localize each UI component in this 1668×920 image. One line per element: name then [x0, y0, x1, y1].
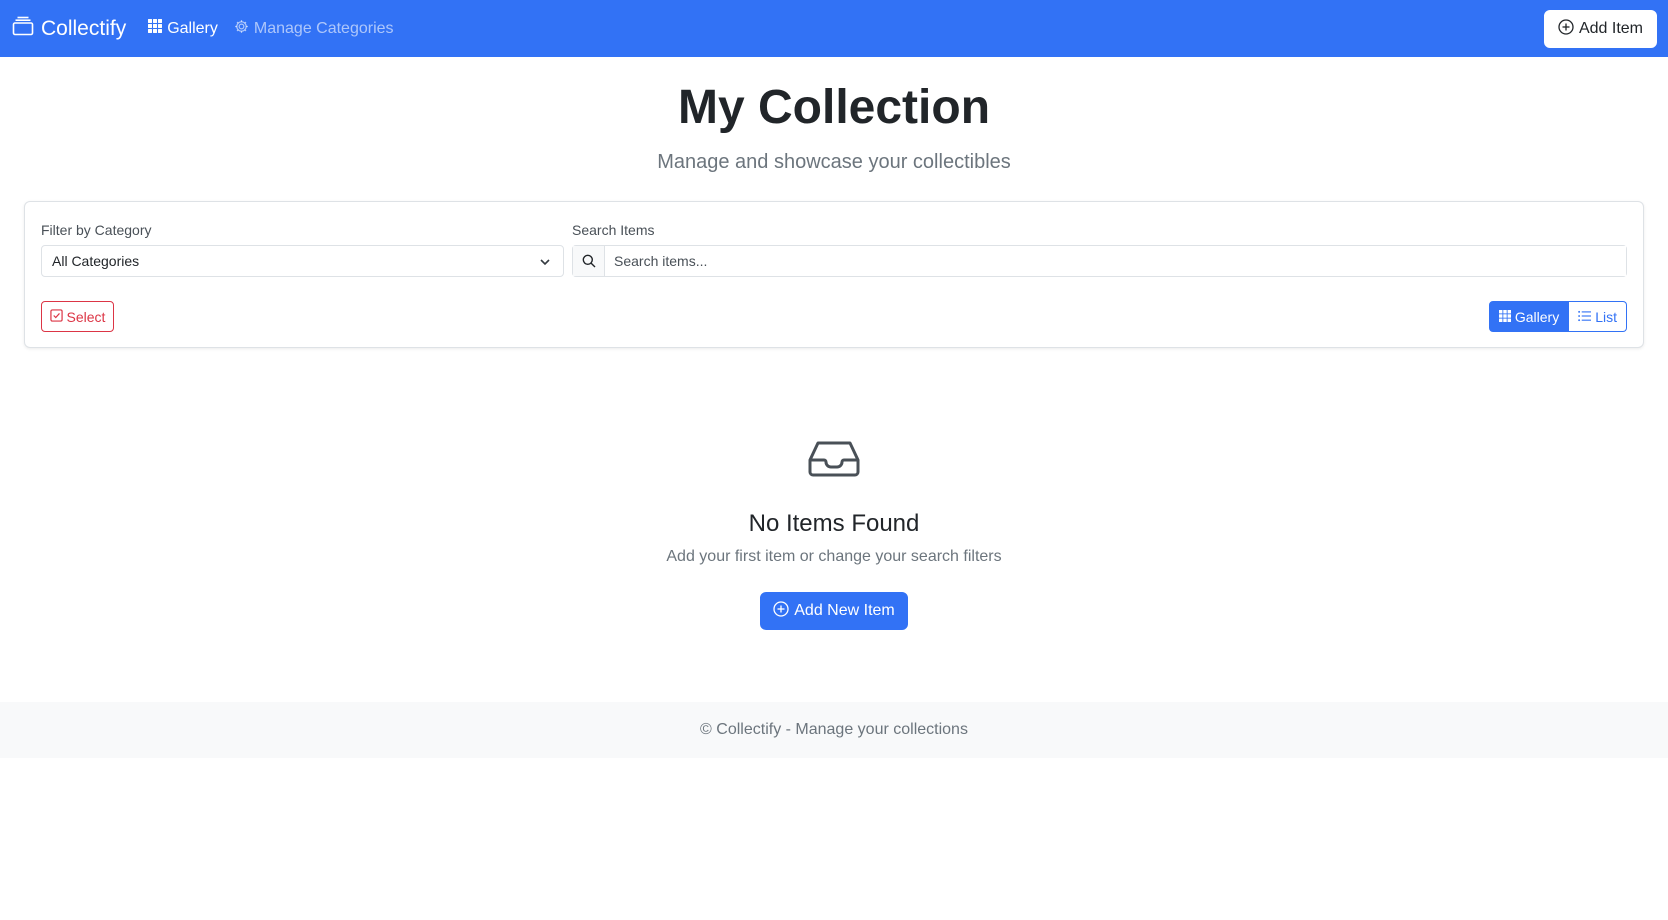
brand-link[interactable]: Collectify [12, 16, 126, 42]
search-icon [573, 246, 605, 276]
nav-gallery-label: Gallery [167, 19, 218, 37]
navbar: Collectify Gallery Manage Categories Add… [0, 0, 1668, 57]
page-subtitle: Manage and showcase your collectibles [657, 151, 1011, 173]
nav-gallery[interactable]: Gallery [148, 19, 218, 38]
footer: © Collectify - Manage your collections [0, 702, 1668, 758]
plus-circle-icon [773, 600, 794, 622]
add-item-label: Add Item [1578, 20, 1643, 37]
search-group [572, 245, 1627, 277]
empty-state-title: No Items Found [748, 510, 920, 537]
category-select[interactable]: All Categories [41, 245, 564, 277]
gallery-view-label: Gallery [1514, 308, 1560, 325]
collection-icon [12, 16, 41, 42]
grid-icon [1498, 309, 1515, 325]
search-input[interactable] [605, 246, 1626, 276]
page-title: My Collection [677, 81, 991, 134]
category-filter-label: Filter by Category [41, 222, 152, 238]
footer-text: © Collectify - Manage your collections [700, 721, 968, 738]
gear-icon [234, 19, 254, 39]
add-item-button[interactable]: Add Item [1543, 10, 1657, 48]
inbox-icon [808, 440, 860, 483]
add-new-item-label: Add New Item [794, 602, 895, 619]
add-new-item-button[interactable]: Add New Item [760, 592, 908, 630]
select-button-label: Select [66, 308, 106, 325]
list-view-button[interactable]: List [1569, 301, 1627, 332]
category-select-value: All Categories [52, 253, 140, 269]
plus-circle-icon [1558, 18, 1579, 40]
empty-state-text: Add your first item or change your searc… [666, 548, 1002, 565]
check-square-icon [49, 308, 67, 325]
filter-card: Filter by Category All Categories Search… [24, 201, 1644, 348]
brand-name: Collectify [41, 16, 127, 40]
chevron-down-icon [539, 255, 551, 271]
search-label: Search Items [572, 222, 655, 238]
select-button[interactable]: Select [41, 301, 114, 332]
list-icon [1578, 309, 1595, 325]
grid-icon [148, 19, 167, 38]
view-toggle: Gallery List [1488, 301, 1627, 332]
nav-manage-categories-label: Manage Categories [253, 19, 394, 37]
gallery-view-button[interactable]: Gallery [1488, 301, 1570, 332]
list-view-label: List [1595, 308, 1617, 325]
nav-manage-categories[interactable]: Manage Categories [234, 19, 394, 39]
